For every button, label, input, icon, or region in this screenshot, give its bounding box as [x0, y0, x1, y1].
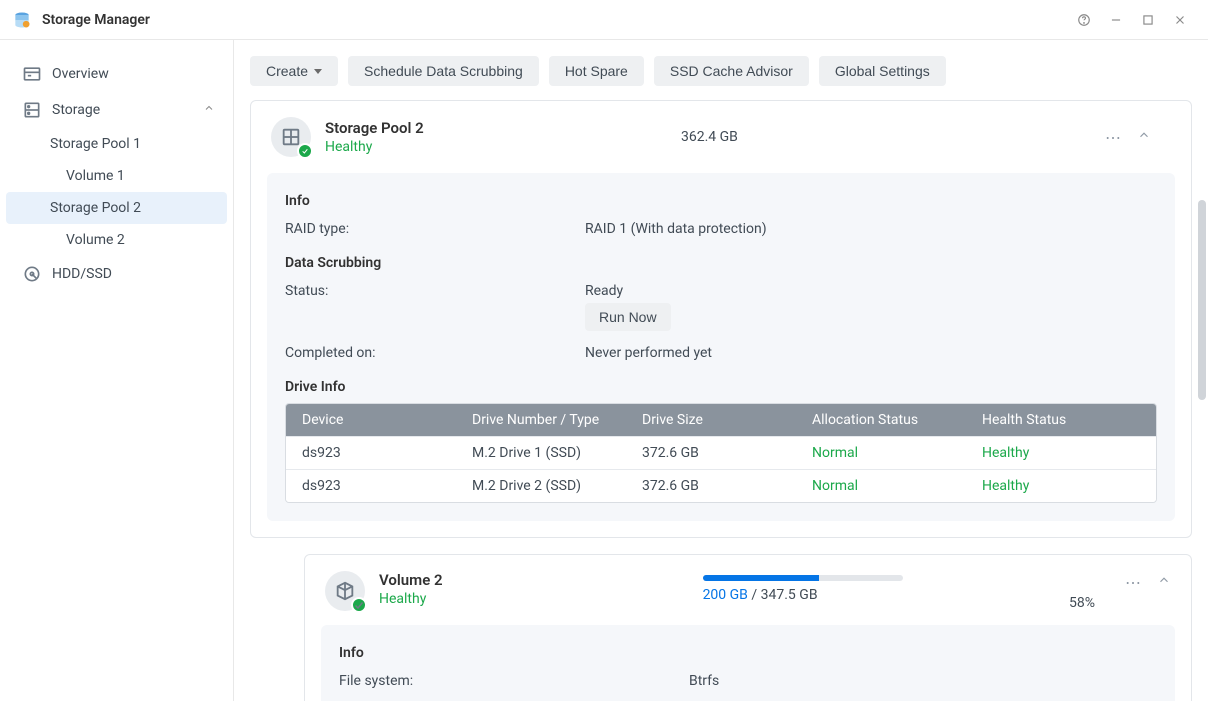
used-value: 200 GB — [703, 587, 748, 603]
pool-icon — [271, 117, 311, 157]
fs-label: File system: — [339, 673, 689, 689]
table-header: Device Drive Number / Type Drive Size Al… — [286, 404, 1156, 436]
status-badge-icon — [351, 597, 367, 613]
status-badge-icon — [297, 143, 313, 159]
volume-icon — [325, 571, 365, 611]
volume-status: Healthy — [379, 591, 443, 607]
sidebar-item-label: Storage Pool 2 — [50, 200, 141, 216]
titlebar: Storage Manager — [0, 0, 1208, 40]
sidebar-item-label: Storage — [52, 102, 100, 118]
cell-drive: M.2 Drive 1 (SSD) — [472, 445, 642, 461]
completed-on-label: Completed on: — [285, 345, 585, 361]
raid-type-value: RAID 1 (With data protection) — [585, 221, 767, 237]
maximize-button[interactable] — [1132, 4, 1164, 36]
hot-spare-button[interactable]: Hot Spare — [549, 56, 644, 86]
button-label: Create — [266, 63, 308, 79]
ssd-cache-advisor-button[interactable]: SSD Cache Advisor — [654, 56, 809, 86]
info-section-title: Info — [339, 645, 1157, 661]
sidebar-item-label: Volume 2 — [66, 232, 125, 248]
storage-icon — [22, 100, 42, 120]
help-button[interactable] — [1068, 4, 1100, 36]
separator: / — [748, 587, 761, 603]
volume-title: Volume 2 — [379, 571, 443, 589]
scrubbing-section-title: Data Scrubbing — [285, 255, 1157, 271]
fs-value: Btrfs — [689, 673, 719, 689]
schedule-scrubbing-button[interactable]: Schedule Data Scrubbing — [348, 56, 539, 86]
hdd-icon — [22, 264, 42, 284]
window-title: Storage Manager — [42, 12, 150, 28]
content-area: Create Schedule Data Scrubbing Hot Spare… — [234, 40, 1208, 701]
scrollbar-thumb[interactable] — [1198, 200, 1206, 400]
overview-icon — [22, 64, 42, 84]
col-health: Health Status — [982, 412, 1140, 428]
volume-info-panel: Info File system: Btrfs — [321, 625, 1175, 701]
drive-info-section-title: Drive Info — [285, 379, 1157, 395]
toolbar: Create Schedule Data Scrubbing Hot Spare… — [250, 56, 1192, 86]
total-value: 347.5 GB — [761, 587, 818, 603]
table-row[interactable]: ds923 M.2 Drive 2 (SSD) 372.6 GB Normal … — [286, 469, 1156, 502]
sidebar-item-volume1[interactable]: Volume 1 — [0, 160, 233, 192]
col-drive-num: Drive Number / Type — [472, 412, 642, 428]
collapse-button[interactable] — [1137, 128, 1151, 146]
scrub-status-label: Status: — [285, 283, 585, 331]
create-button[interactable]: Create — [250, 56, 338, 86]
sidebar-item-pool1[interactable]: Storage Pool 1 — [0, 128, 233, 160]
scrub-status-value: Ready — [585, 283, 671, 299]
volume-card: Volume 2 Healthy 200 GB / 347.5 GB 58% ⋯ — [304, 554, 1192, 701]
sidebar-item-overview[interactable]: Overview — [0, 56, 233, 92]
col-device: Device — [302, 412, 472, 428]
close-button[interactable] — [1164, 4, 1196, 36]
sidebar-item-pool2[interactable]: Storage Pool 2 — [6, 192, 227, 224]
more-actions-button[interactable]: ⋯ — [1105, 128, 1123, 147]
pool-info-panel: Info RAID type: RAID 1 (With data protec… — [267, 173, 1175, 521]
col-drive-size: Drive Size — [642, 412, 812, 428]
sidebar-item-storage[interactable]: Storage — [0, 92, 233, 128]
run-now-button[interactable]: Run Now — [585, 303, 671, 331]
sidebar-item-hdd-ssd[interactable]: HDD/SSD — [0, 256, 233, 292]
cell-health: Healthy — [982, 478, 1140, 494]
col-alloc: Allocation Status — [812, 412, 982, 428]
global-settings-button[interactable]: Global Settings — [819, 56, 946, 86]
more-actions-button[interactable]: ⋯ — [1125, 573, 1143, 592]
collapse-button[interactable] — [1157, 573, 1171, 592]
cell-alloc: Normal — [812, 445, 982, 461]
sidebar-item-label: Overview — [52, 66, 109, 82]
cell-device: ds923 — [302, 478, 472, 494]
usage-bar — [703, 575, 903, 581]
sidebar-item-label: Storage Pool 1 — [50, 136, 141, 152]
info-section-title: Info — [285, 193, 1157, 209]
app-icon — [12, 10, 32, 30]
table-row[interactable]: ds923 M.2 Drive 1 (SSD) 372.6 GB Normal … — [286, 436, 1156, 469]
cell-size: 372.6 GB — [642, 478, 812, 494]
cell-device: ds923 — [302, 445, 472, 461]
cell-size: 372.6 GB — [642, 445, 812, 461]
drive-table: Device Drive Number / Type Drive Size Al… — [285, 403, 1157, 503]
raid-type-label: RAID type: — [285, 221, 585, 237]
caret-down-icon — [314, 69, 322, 74]
minimize-button[interactable] — [1100, 4, 1132, 36]
sidebar-item-label: HDD/SSD — [52, 266, 112, 282]
capacity-text: 200 GB / 347.5 GB — [703, 587, 818, 603]
completed-on-value: Never performed yet — [585, 345, 712, 361]
pool-status: Healthy — [325, 139, 424, 155]
pool-title: Storage Pool 2 — [325, 119, 424, 137]
cell-alloc: Normal — [812, 478, 982, 494]
storage-pool-card: Storage Pool 2 Healthy 362.4 GB ⋯ Info R… — [250, 100, 1192, 538]
sidebar-item-label: Volume 1 — [66, 168, 125, 184]
cell-health: Healthy — [982, 445, 1140, 461]
cell-drive: M.2 Drive 2 (SSD) — [472, 478, 642, 494]
chevron-up-icon — [203, 102, 215, 118]
sidebar-item-volume2[interactable]: Volume 2 — [0, 224, 233, 256]
pool-capacity: 362.4 GB — [681, 129, 738, 145]
usage-percent: 58% — [1069, 595, 1095, 611]
sidebar: Overview Storage Storage Pool 1 Volume 1… — [0, 40, 234, 701]
